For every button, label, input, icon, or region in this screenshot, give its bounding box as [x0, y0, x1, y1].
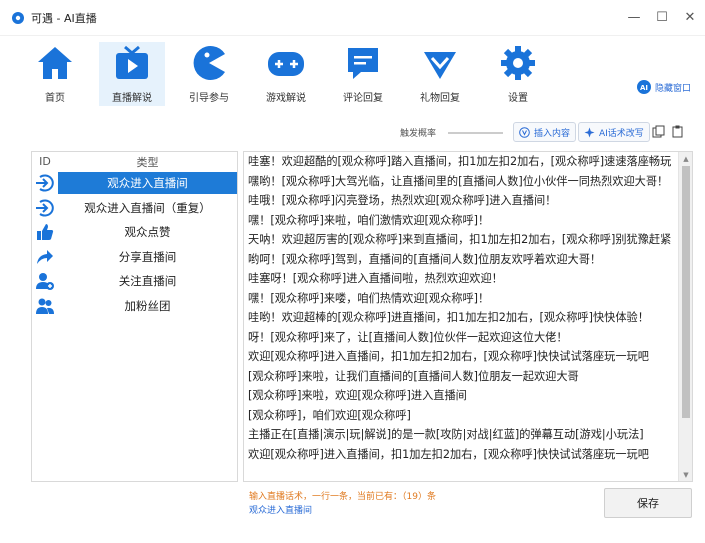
maximize-button[interactable]: ☐ [653, 8, 671, 26]
enter-icon [32, 199, 58, 217]
pacman-icon [187, 44, 231, 82]
scroll-down-arrow-icon[interactable]: ▼ [679, 468, 692, 481]
script-line: [观众称呼]来啦，让我们直播间的[直播间人数]位朋友一起欢迎大哥 [248, 369, 579, 383]
trigger-probability-slider[interactable] [448, 132, 503, 134]
list-item[interactable]: 观众点赞 [32, 220, 237, 245]
script-line: [观众称呼]，咱们欢迎[观众称呼] [248, 408, 411, 422]
gear-icon [496, 44, 540, 82]
column-id: ID [39, 155, 51, 168]
insert-icon [519, 126, 530, 138]
list-item[interactable]: 加粉丝团 [32, 294, 237, 319]
minimize-button[interactable]: — [625, 8, 643, 26]
script-line: 哇哟！欢迎超棒的[观众称呼]进直播间，扣1加左扣2加右，[观众称呼]快快体验！ [248, 311, 649, 324]
comment-icon [341, 44, 385, 82]
ai-rewrite-label: AI话术改写 [599, 128, 644, 139]
list-item-label: 加粉丝团 [124, 298, 171, 313]
save-button[interactable]: 保存 [604, 488, 692, 518]
list-item-label: 观众点赞 [124, 225, 171, 240]
gift-icon [418, 44, 462, 82]
tab-live-commentary-label: 直播解说 [112, 93, 152, 104]
tab-comment-reply[interactable]: 评论回复 [330, 42, 396, 106]
ai-rewrite-icon [584, 127, 595, 137]
tab-live-commentary[interactable]: 直播解说 [99, 42, 165, 106]
enter-icon [32, 174, 58, 192]
list-item[interactable]: 观众进入直播间（重复） [32, 196, 237, 221]
clipboard-icon [672, 125, 682, 137]
list-item-label: 观众进入直播间 [58, 172, 237, 195]
column-type: 类型 [136, 155, 159, 169]
tab-guide-participation[interactable]: 引导参与 [176, 42, 242, 106]
script-line: [观众称呼]来啦，欢迎[观众称呼]进入直播间 [248, 389, 467, 402]
trigger-probability-label: 触发概率 [400, 129, 437, 139]
tab-comment-reply-label: 评论回复 [343, 93, 383, 104]
script-textarea[interactable]: 哇塞！欢迎超酷的[观众称呼]踏入直播间，扣1加左扣2加右，[观众称呼]速速落座畅… [243, 151, 693, 482]
vertical-scrollbar[interactable]: ▲ ▼ [678, 152, 692, 481]
list-item[interactable]: 观众进入直播间 [32, 171, 237, 196]
tab-game-commentary[interactable]: 游戏解说 [253, 42, 319, 106]
list-item-label: 观众进入直播间（重复） [84, 200, 211, 215]
script-line: 哇塞呀！[观众称呼]进入直播间啦，热烈欢迎欢迎！ [248, 272, 503, 285]
script-line: 呀！[观众称呼]来了，让[直播间人数]位伙伴一起欢迎这位大佬！ [248, 330, 568, 344]
line-count-hint: 输入直播话术，一行一条，当前已有：（19）条 [249, 492, 436, 502]
tab-home[interactable]: 首页 [22, 42, 88, 106]
copy-button[interactable] [650, 123, 666, 139]
list-header: ID 类型 [32, 152, 237, 171]
home-icon [33, 44, 77, 82]
script-line: 天呐！欢迎超厉害的[观众称呼]来到直播间，扣1加左扣2加右，[观众称呼]别犹豫赶… [248, 233, 672, 246]
thumbs-up-icon [32, 223, 58, 241]
tv-icon [110, 44, 154, 82]
event-type-list: ID 类型 观众进入直播间 观众进入直播间（重复） 观众点赞 分享直播间 关注直… [31, 151, 238, 482]
script-line: 嘿！[观众称呼]来啦，咱们激情欢迎[观众称呼]！ [248, 213, 490, 227]
script-line: 嘿！[观众称呼]来喽，咱们热情欢迎[观众称呼]！ [248, 291, 490, 305]
gamepad-icon [264, 44, 308, 82]
add-user-icon [32, 272, 58, 291]
tab-game-commentary-label: 游戏解说 [266, 93, 306, 104]
script-line: 嘿哟！[观众称呼]大驾光临，让直播间里的[直播间人数]位小伙伴一同热烈欢迎大哥！ [248, 174, 669, 188]
svg-text:AI: AI [640, 84, 648, 92]
list-item[interactable]: 分享直播间 [32, 245, 237, 270]
window-title: 可遇 - AI直播 [31, 11, 97, 25]
tab-home-label: 首页 [45, 93, 65, 104]
script-line: 欢迎[观众称呼]进入直播间，扣1加左扣2加右，[观众称呼]快快试试落座玩一玩吧 [248, 350, 649, 363]
close-button[interactable]: ✕ [681, 8, 699, 26]
hide-window-button[interactable]: AI 隐藏窗口 [636, 80, 691, 94]
script-line: 主播正在[直播|演示|玩|解说]的是一款[攻防|对战|红蓝]的弹幕互动[游戏|小… [248, 428, 644, 441]
list-item[interactable]: 关注直播间 [32, 269, 237, 294]
list-item-label: 分享直播间 [118, 249, 177, 264]
scroll-up-arrow-icon[interactable]: ▲ [679, 152, 692, 165]
title-bar: 可遇 - AI直播 — ☐ ✕ [0, 0, 705, 36]
tab-gift-reply[interactable]: 礼物回复 [407, 42, 473, 106]
group-icon [32, 297, 58, 315]
script-line: 哇塞！欢迎超酷的[观众称呼]踏入直播间，扣1加左扣2加右，[观众称呼]速速落座畅… [248, 155, 672, 168]
insert-content-label: 插入内容 [534, 128, 571, 139]
tab-guide-participation-label: 引导参与 [189, 93, 229, 104]
ai-rewrite-button[interactable]: AI话术改写 [578, 122, 650, 142]
paste-button[interactable] [669, 123, 685, 139]
list-item-label: 关注直播间 [118, 274, 177, 289]
app-logo-icon [12, 11, 24, 24]
script-line: 哟呵！[观众称呼]驾到，直播间的[直播间人数]位朋友欢呼着欢迎大哥！ [248, 252, 602, 266]
main-toolbar: 首页 直播解说 引导参与 游戏解说 评论回复 礼物回复 设置 AI 隐藏窗口 [0, 36, 705, 110]
hide-window-label: 隐藏窗口 [654, 83, 691, 94]
ai-badge-icon: AI [636, 80, 651, 94]
script-line: 哇哦！[观众称呼]闪亮登场，热烈欢迎[观众称呼]进入直播间！ [248, 194, 557, 207]
scroll-thumb[interactable] [682, 166, 690, 418]
copy-icon [652, 125, 664, 137]
tab-settings[interactable]: 设置 [485, 42, 551, 106]
current-category-label: 观众进入直播间 [249, 506, 313, 516]
script-line: 欢迎[观众称呼]进入直播间，扣1加左扣2加右，[观众称呼]快快试试落座玩一玩吧 [248, 447, 649, 461]
insert-content-button[interactable]: 插入内容 [513, 122, 577, 142]
options-bar: 触发概率 插入内容 AI话术改写 [0, 122, 705, 144]
share-icon [32, 248, 58, 266]
tab-gift-reply-label: 礼物回复 [420, 93, 460, 104]
tab-settings-label: 设置 [508, 93, 528, 104]
